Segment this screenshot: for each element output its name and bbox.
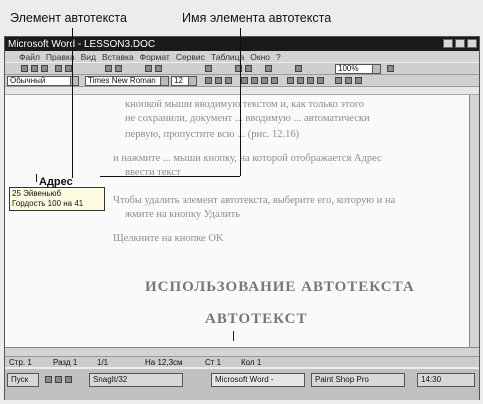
zoom-select[interactable]: 100% — [335, 64, 381, 74]
clock: 14:30 — [421, 375, 442, 384]
taskbar: Пуск SnagIt/32 Microsoft Word - Paint Sh… — [5, 367, 479, 400]
title-bar: Microsoft Word - LESSON3.DOC — [5, 37, 479, 51]
status-pages: 1/1 — [97, 358, 109, 367]
autotext-tooltip: 25 Эйвеньюб Гордость 100 на 41 — [9, 187, 105, 211]
border-icon[interactable] — [335, 77, 342, 84]
minimize-button[interactable] — [443, 39, 453, 48]
annotation-autotext-name: Имя элемента автотекста — [180, 11, 334, 25]
style-value: Обычный — [10, 76, 46, 85]
size-dropdown-icon[interactable] — [188, 77, 196, 85]
menu-view[interactable]: Вид — [81, 52, 96, 62]
task-paintshop[interactable]: Paint Shop Pro — [311, 373, 405, 387]
menu-window[interactable]: Окно — [250, 52, 270, 62]
callout-line — [100, 176, 240, 177]
align-left-icon[interactable] — [241, 77, 248, 84]
save-icon[interactable] — [41, 65, 48, 72]
font-size-select[interactable]: 12 — [171, 76, 197, 86]
numbering-icon[interactable] — [287, 77, 294, 84]
doc-text-line: кнопкой мыши вводимую текстом и, как тол… — [125, 99, 365, 110]
font-size-value: 12 — [174, 76, 183, 85]
status-line: Ст 1 — [205, 358, 222, 367]
menu-tools[interactable]: Сервис — [176, 52, 205, 62]
preview-icon[interactable] — [65, 65, 72, 72]
highlight-icon[interactable] — [345, 77, 352, 84]
style-select[interactable]: Обычный — [7, 76, 79, 86]
doc-heading: ИСПОЛЬЗОВАНИЕ АВТОТЕКСТА — [145, 279, 415, 295]
formatting-toolbar: Обычный Times New Roman 12 — [5, 75, 479, 87]
justify-icon[interactable] — [271, 77, 278, 84]
task-snagit[interactable]: SnagIt/32 — [89, 373, 183, 387]
annotation-address: Адрес — [39, 176, 73, 188]
start-button[interactable]: Пуск — [7, 373, 39, 387]
doc-text-line: Чтобы удалить элемент автотекста, выбери… — [113, 195, 396, 206]
task-word[interactable]: Microsoft Word - — [211, 373, 305, 387]
align-center-icon[interactable] — [251, 77, 258, 84]
close-button[interactable] — [467, 39, 477, 48]
columns-icon[interactable] — [245, 65, 252, 72]
tooltip-line: Гордость 100 на 41 — [12, 199, 84, 208]
status-page: Стр. 1 — [9, 358, 32, 367]
increase-indent-icon[interactable] — [317, 77, 324, 84]
help-icon[interactable] — [387, 65, 394, 72]
doc-text-line: Щелкните на кнопке OK — [113, 233, 224, 244]
bullets-icon[interactable] — [297, 77, 304, 84]
print-icon[interactable] — [55, 65, 62, 72]
status-position: На 12,3см — [145, 358, 183, 367]
tooltip-line: 25 Эйвеньюб — [12, 189, 62, 198]
doc-text-line: и нажмите ... мыши кнопку, на которой от… — [113, 153, 382, 164]
quicklaunch-icon[interactable] — [65, 376, 72, 383]
drawing-icon[interactable] — [265, 65, 272, 72]
annotation-autotext-element: Элемент автотекста — [8, 11, 129, 25]
cut-icon[interactable] — [105, 65, 112, 72]
zoom-value: 100% — [338, 64, 359, 73]
redo-icon[interactable] — [155, 65, 162, 72]
menu-file[interactable]: Файл — [19, 52, 40, 62]
vertical-scrollbar[interactable] — [469, 95, 479, 347]
doc-text-line: первую, пропустите всю ... (рис. 12.16) — [125, 129, 300, 140]
underline-icon[interactable] — [225, 77, 232, 84]
status-col: Кол 1 — [241, 358, 262, 367]
status-bar: Стр. 1 Разд 1 1/1 На 12,3см Ст 1 Кол 1 — [5, 356, 479, 367]
menu-insert[interactable]: Вставка — [102, 52, 134, 62]
align-right-icon[interactable] — [261, 77, 268, 84]
quicklaunch-icon[interactable] — [45, 376, 52, 383]
decrease-indent-icon[interactable] — [307, 77, 314, 84]
standard-toolbar: 100% — [5, 62, 479, 75]
font-dropdown-icon[interactable] — [160, 77, 168, 85]
text-cursor — [233, 331, 234, 341]
maximize-button[interactable] — [455, 39, 465, 48]
ruler[interactable] — [5, 87, 479, 95]
font-color-icon[interactable] — [355, 77, 362, 84]
doc-text-line: не сохранили, документ ... вводимую ... … — [125, 113, 370, 124]
system-tray: 14:30 — [417, 373, 475, 387]
bold-icon[interactable] — [205, 77, 212, 84]
italic-icon[interactable] — [215, 77, 222, 84]
callout-line — [240, 28, 241, 176]
menu-help[interactable]: ? — [276, 52, 281, 62]
hyperlink-icon[interactable] — [205, 65, 212, 72]
horizontal-scrollbar[interactable] — [5, 347, 479, 356]
doc-heading: АВТОТЕКСТ — [205, 311, 308, 327]
callout-line — [72, 28, 73, 178]
window-title: Microsoft Word - LESSON3.DOC — [8, 38, 156, 50]
menu-format[interactable]: Формат — [140, 52, 170, 62]
document-area[interactable]: кнопкой мыши вводимую текстом и, как тол… — [5, 95, 479, 347]
zoom-dropdown-icon[interactable] — [372, 65, 380, 73]
status-section: Разд 1 — [53, 358, 78, 367]
open-icon[interactable] — [31, 65, 38, 72]
menu-edit[interactable]: Правка — [46, 52, 75, 62]
doc-text-line: жмите на кнопку Удалить — [125, 209, 241, 220]
show-hide-icon[interactable] — [295, 65, 302, 72]
word-window: Microsoft Word - LESSON3.DOC Файл Правка… — [4, 36, 480, 400]
font-select[interactable]: Times New Roman — [85, 76, 169, 86]
quicklaunch-icon[interactable] — [55, 376, 62, 383]
copy-icon[interactable] — [115, 65, 122, 72]
menu-bar: Файл Правка Вид Вставка Формат Сервис Та… — [5, 51, 479, 62]
undo-icon[interactable] — [145, 65, 152, 72]
font-value: Times New Roman — [88, 76, 156, 85]
new-icon[interactable] — [21, 65, 28, 72]
